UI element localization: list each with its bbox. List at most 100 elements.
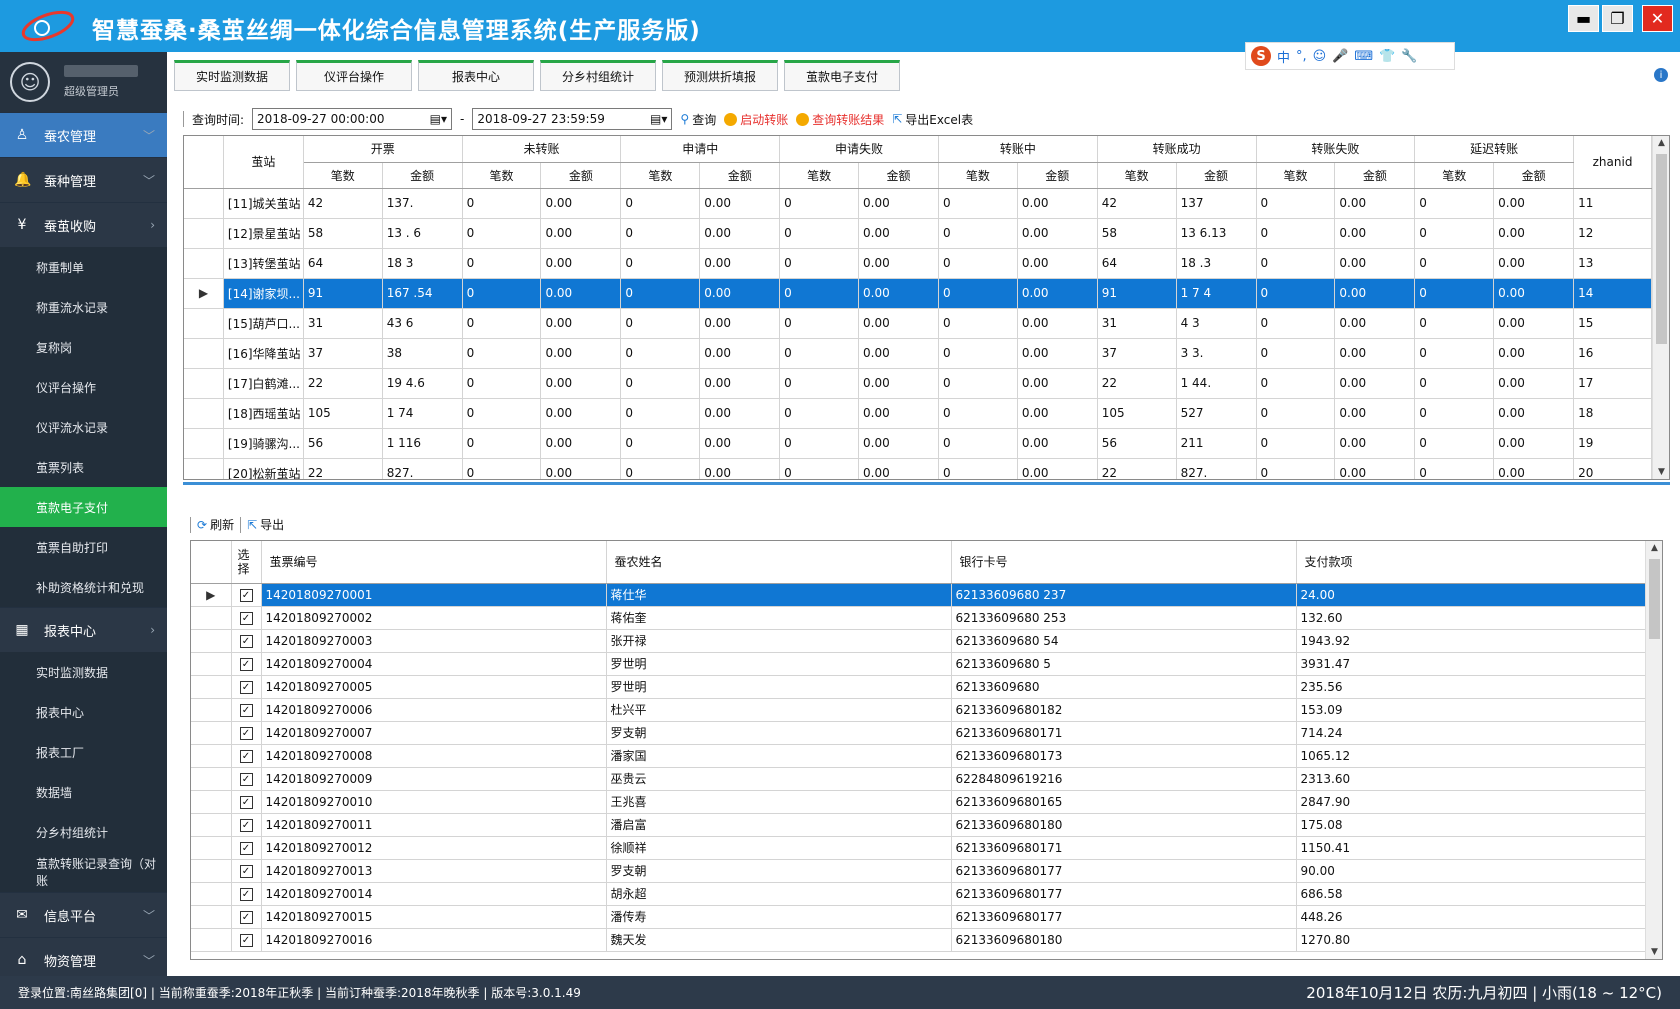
table-cell[interactable]: 0.00 [858,458,939,479]
amount-cell[interactable]: 2847.90 [1296,790,1647,814]
ticket-cell[interactable]: 14201809270005 [261,675,607,699]
column-header[interactable]: 笔数 [779,162,860,189]
table-cell[interactable]: 3 3. [1176,338,1257,369]
ticket-cell[interactable]: 14201809270001 [261,583,607,607]
amount-cell[interactable]: 686.58 [1296,882,1647,906]
table-row[interactable]: ✓ 14201809270005 罗世明 62133609680 235.56 [191,675,1647,699]
ime-voice-icon[interactable]: 🎤 [1332,49,1348,64]
table-cell[interactable]: 0.00 [1493,278,1575,309]
table-cell[interactable]: 0 [620,368,701,399]
row-indicator[interactable]: ▶ [184,278,224,309]
table-cell[interactable]: 0 [779,338,860,369]
table-cell[interactable]: 22 [303,368,383,399]
row-indicator[interactable] [191,859,232,883]
scroll-thumb[interactable] [1656,154,1667,344]
row-indicator[interactable]: ▶ [191,583,232,607]
table-row[interactable]: ✓ 14201809270014 胡永超 62133609680177 686.58 [191,882,1647,906]
zhanid-cell[interactable]: 11 [1573,188,1652,219]
sidebar-item-14[interactable]: 报表中心 [0,692,167,732]
table-cell[interactable]: 0 [1256,398,1336,429]
table-cell[interactable]: 527 [1176,398,1257,429]
select-checkbox-cell[interactable]: ✓ [231,790,262,814]
column-header[interactable]: 金额 [382,162,463,189]
row-indicator[interactable] [191,813,232,837]
table-cell[interactable]: 0.00 [699,398,781,429]
station-cell[interactable]: [11]城关茧站 [223,188,304,219]
table-cell[interactable]: 0.00 [1017,308,1098,339]
table-cell[interactable]: 56 [1097,428,1177,459]
column-group-header[interactable]: 转账失败 [1256,136,1416,163]
table-cell[interactable]: 0.00 [858,188,939,219]
column-group-header[interactable]: 申请失败 [779,136,939,163]
checkbox-checked-icon[interactable]: ✓ [239,888,253,901]
row-indicator[interactable] [184,368,224,399]
row-indicator[interactable] [184,218,224,249]
table-cell[interactable]: 91 [1097,278,1177,309]
checkbox-checked-icon[interactable]: ✓ [239,796,253,809]
card-cell[interactable]: 62133609680165 [951,790,1297,814]
table-cell[interactable]: 0 [620,398,701,429]
checkbox-checked-icon[interactable]: ✓ [239,681,253,694]
row-indicator[interactable] [184,188,224,219]
column-header[interactable]: 金额 [858,162,939,189]
row-indicator[interactable] [191,790,232,814]
sidebar-item-10[interactable]: 茧票自助打印 [0,527,167,567]
table-row[interactable]: ✓ 14201809270004 罗世明 62133609680 5 3931.47 [191,652,1647,676]
ticket-cell[interactable]: 14201809270007 [261,721,607,745]
card-cell[interactable]: 62133609680171 [951,721,1297,745]
table-cell[interactable]: 0 [462,368,542,399]
table-cell[interactable]: 0 [620,248,701,279]
table-cell[interactable]: 0 [1414,338,1495,369]
table-cell[interactable]: 0.00 [540,188,622,219]
table-row[interactable]: ✓ 14201809270016 魏天发 62133609680180 1270.80 [191,928,1647,952]
sidebar-item-13[interactable]: 实时监测数据 [0,652,167,692]
table-cell[interactable]: 0 [1414,308,1495,339]
table-cell[interactable]: 22 [303,458,383,479]
search-button[interactable]: ⚲ 查询 [680,111,716,128]
table-cell[interactable]: 43 6 [382,308,463,339]
ime-toolbar[interactable]: S 中 °, ☺ 🎤 ⌨ 👕 🔧 [1245,42,1455,70]
row-indicator[interactable] [184,458,224,479]
ticket-cell[interactable]: 14201809270006 [261,698,607,722]
table-cell[interactable]: 0 [1256,188,1336,219]
table-cell[interactable]: 0 [1256,338,1336,369]
station-cell[interactable]: [17]白鹤滩... [223,368,304,399]
table-cell[interactable]: 0.00 [1334,428,1416,459]
table-cell[interactable]: 0 [779,248,860,279]
table-cell[interactable]: 0 [462,218,542,249]
name-cell[interactable]: 潘启富 [606,813,952,837]
table-cell[interactable]: 0 [462,338,542,369]
table-cell[interactable]: 0 [779,368,860,399]
table-row[interactable]: ✓ 14201809270002 蒋佑奎 62133609680 253 132.60 [191,606,1647,630]
table-cell[interactable]: 22 [1097,458,1177,479]
table-cell[interactable]: 0 [938,278,1018,309]
ticket-cell[interactable]: 14201809270015 [261,905,607,929]
table-cell[interactable]: 38 [382,338,463,369]
table-cell[interactable]: 18 3 [382,248,463,279]
zhanid-cell[interactable]: 20 [1573,458,1652,479]
table-cell[interactable]: 0.00 [540,428,622,459]
sidebar-item-4[interactable]: 称重流水记录 [0,287,167,327]
table-cell[interactable]: 0 [779,218,860,249]
select-checkbox-cell[interactable]: ✓ [231,652,262,676]
ticket-cell[interactable]: 14201809270002 [261,606,607,630]
tab-5[interactable]: 茧款电子支付 [784,60,900,91]
column-header[interactable]: 笔数 [620,162,701,189]
table-row[interactable]: [15]葫芦口... 31 43 6 0 0.00 0 0.00 0 0.00 0 0.00 31 4 … [184,308,1652,339]
sidebar-item-19[interactable]: ✉ 信息平台 ﹀ [0,892,167,937]
ticket-cell[interactable]: 14201809270014 [261,882,607,906]
column-header[interactable]: 笔数 [1414,162,1495,189]
table-cell[interactable]: 31 [303,308,383,339]
table-row[interactable]: [20]松新茧站 22 827. 0 0.00 0 0.00 0 0.00 0 0.00 22 827.… [184,458,1652,479]
checkbox-checked-icon[interactable]: ✓ [239,589,253,602]
table-cell[interactable]: 0.00 [699,188,781,219]
table-cell[interactable]: 0.00 [540,458,622,479]
column-group-header[interactable]: 转账中 [938,136,1098,163]
table-cell[interactable]: 0 [1256,428,1336,459]
row-indicator[interactable] [184,308,224,339]
summary-grid[interactable]: 茧站 开票 未转账 申请中 申请失败 转账中 转账成功 转账失败 延迟转账 zhanid 笔数 金额笔… [183,135,1670,480]
table-cell[interactable]: 0.00 [699,458,781,479]
row-indicator[interactable] [191,905,232,929]
name-cell[interactable]: 王兆喜 [606,790,952,814]
row-indicator[interactable] [184,248,224,279]
